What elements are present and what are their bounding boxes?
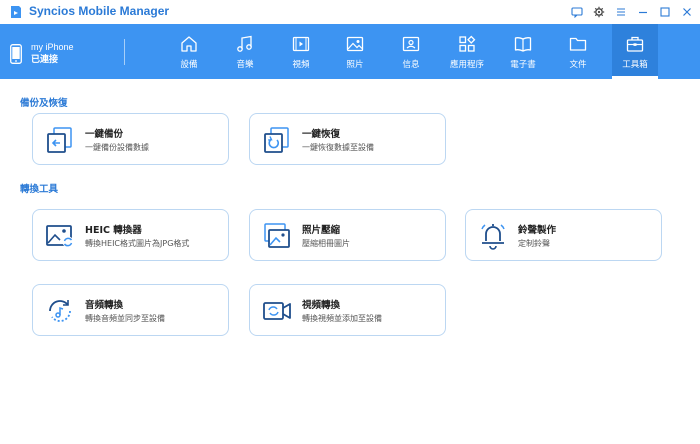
card-desc: 一鍵恢復數據至設備 — [302, 143, 374, 152]
device-info[interactable]: my iPhone 已連接 — [10, 41, 74, 67]
home-icon — [181, 36, 197, 52]
nav-tab-photo[interactable]: 照片 — [332, 24, 378, 79]
app-title: Syncios Mobile Manager — [29, 4, 170, 18]
window-controls — [568, 3, 696, 21]
close-icon[interactable] — [678, 3, 696, 21]
music-icon — [237, 35, 252, 52]
section-title-convert: 轉換工具 — [20, 184, 59, 195]
settings-icon[interactable] — [590, 3, 608, 21]
bell-icon — [481, 224, 505, 250]
card-title: 視頻轉換 — [302, 300, 341, 311]
card-desc: 轉換HEIC格式圖片為JPG格式 — [85, 239, 190, 248]
nav-label: 照片 — [346, 60, 364, 70]
restore-card[interactable]: 一鍵恢復 一鍵恢復數據至設備 — [249, 113, 446, 165]
app-logo-icon — [11, 6, 21, 18]
toolbox-icon — [626, 36, 644, 52]
card-title: 鈴聲製作 — [518, 225, 557, 236]
backup-icon — [47, 127, 72, 153]
apps-icon — [459, 35, 476, 52]
restore-icon — [264, 127, 289, 153]
video-converter-card[interactable]: 視頻轉換 轉換視頻並添加至設備 — [249, 284, 446, 336]
maximize-icon[interactable] — [656, 3, 674, 21]
photo-icon — [346, 36, 364, 52]
card-desc: 轉換視頻並添加至設備 — [302, 314, 382, 323]
device-status: 已連接 — [31, 55, 59, 65]
nav-label: 設備 — [180, 60, 198, 70]
folder-icon — [569, 37, 587, 51]
nav-label: 應用程序 — [449, 60, 484, 70]
nav-label: 音樂 — [236, 60, 254, 70]
nav-label: 信息 — [402, 60, 420, 70]
audio-convert-icon — [49, 300, 71, 322]
nav-divider — [124, 39, 125, 65]
nav-tab-messages[interactable]: 信息 — [388, 24, 434, 79]
menu-icon[interactable] — [612, 3, 630, 21]
nav-tab-device[interactable]: 設備 — [166, 24, 212, 79]
card-desc: 轉換音頻並同步至設備 — [85, 314, 165, 323]
nav-tab-files[interactable]: 文件 — [555, 24, 601, 79]
nav-tab-video[interactable]: 視頻 — [278, 24, 324, 79]
nav-label: 電子書 — [510, 60, 536, 70]
feedback-icon[interactable] — [568, 3, 586, 21]
section-title-backup: 備份及恢復 — [20, 98, 68, 109]
title-bar: Syncios Mobile Manager — [0, 0, 700, 24]
video-icon — [292, 36, 310, 52]
minimize-icon[interactable] — [634, 3, 652, 21]
card-title: 一鍵備份 — [85, 129, 124, 140]
heic-converter-card[interactable]: HEIC 轉換器 轉換HEIC格式圖片為JPG格式 — [32, 209, 229, 261]
main-navbar: my iPhone 已連接 設備 音樂 視頻 照片 信息 應用程序 電子書 文件… — [0, 24, 700, 79]
book-icon — [514, 37, 532, 52]
photo-compress-icon — [264, 223, 290, 248]
audio-converter-card[interactable]: 音頻轉換 轉換音頻並同步至設備 — [32, 284, 229, 336]
device-name: my iPhone — [31, 42, 74, 52]
card-title: 音頻轉換 — [85, 300, 124, 311]
nav-tab-ebooks[interactable]: 電子書 — [500, 24, 546, 79]
backup-card[interactable]: 一鍵備份 一鍵備份設備數據 — [32, 113, 229, 165]
photo-compress-card[interactable]: 照片壓縮 壓縮相冊圖片 — [249, 209, 446, 261]
card-title: 照片壓縮 — [302, 225, 341, 236]
card-desc: 定制鈴聲 — [518, 239, 550, 248]
nav-label: 工具箱 — [622, 60, 648, 70]
card-title: 一鍵恢復 — [302, 129, 341, 140]
nav-tab-music[interactable]: 音樂 — [222, 24, 268, 79]
card-desc: 壓縮相冊圖片 — [302, 239, 350, 248]
heic-convert-icon — [46, 225, 74, 248]
ringtone-maker-card[interactable]: 鈴聲製作 定制鈴聲 — [465, 209, 662, 261]
phone-icon — [10, 44, 22, 64]
contact-card-icon — [402, 36, 420, 52]
card-desc: 一鍵備份設備數據 — [85, 143, 149, 152]
nav-tab-apps[interactable]: 應用程序 — [444, 24, 490, 79]
card-title: HEIC 轉換器 — [85, 225, 142, 236]
video-convert-icon — [263, 302, 291, 320]
nav-label: 文件 — [569, 60, 587, 70]
nav-tab-toolbox[interactable]: 工具箱 — [612, 24, 658, 79]
nav-label: 視頻 — [292, 60, 310, 70]
